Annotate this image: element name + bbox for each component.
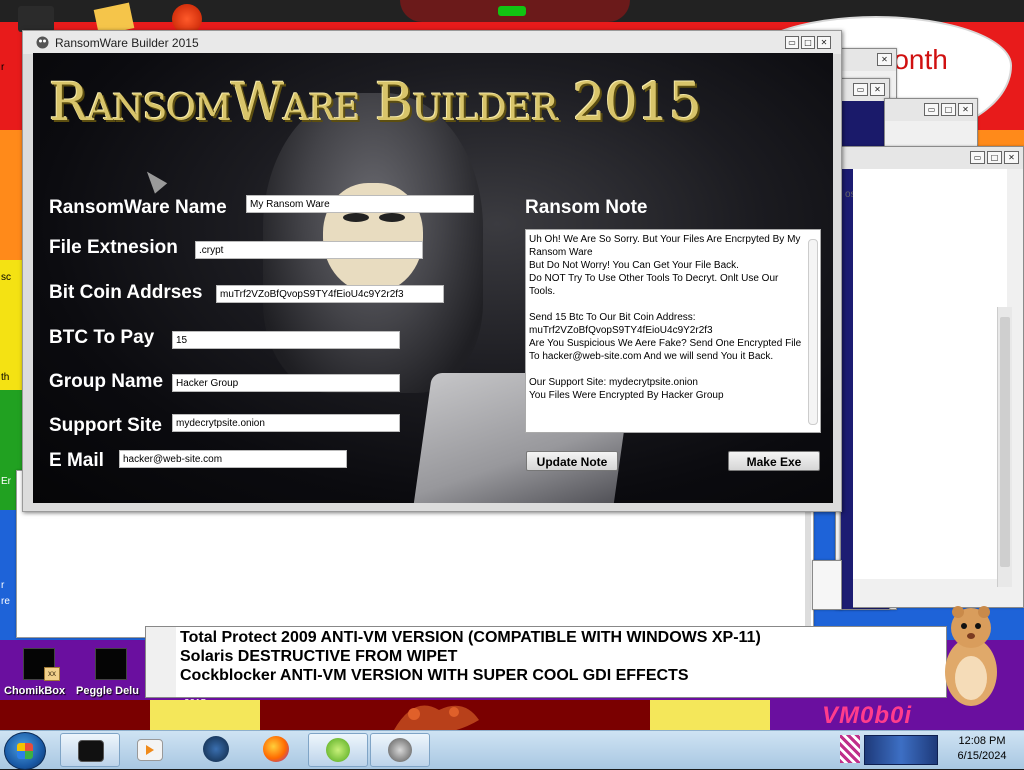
left-edge-label: r [1, 580, 5, 591]
maximize-icon[interactable]: □ [987, 151, 1002, 164]
clock-date: 6/15/2024 [957, 750, 1007, 762]
file-extension-input[interactable]: .crypt [195, 241, 423, 259]
btc-amount-input[interactable]: 15 [172, 331, 400, 349]
window-title: RansomWare Builder 2015 [55, 36, 199, 50]
maximize-icon[interactable]: □ [801, 36, 815, 49]
terminal-icon [78, 740, 104, 762]
support-site-label: Support Site [49, 415, 162, 436]
app-icon-top-1[interactable] [18, 6, 54, 32]
text-line: Cockblocker ANTI-VM VERSION WITH SUPER C… [180, 667, 689, 684]
update-note-button[interactable]: Update Note [526, 451, 618, 471]
firefox-icon [263, 736, 289, 762]
email-label: E Mail [49, 450, 104, 471]
icon-tag: xx [44, 667, 60, 681]
minimize-icon[interactable]: ▭ [785, 36, 799, 49]
desktop-icon-peggle[interactable]: Peggle Delu [76, 648, 146, 697]
app-window-icon [36, 36, 49, 49]
group-name-input[interactable]: Hacker Group [172, 374, 400, 392]
ransomware-name-input[interactable]: My Ransom Ware [246, 195, 474, 213]
background-window-button[interactable] [812, 560, 842, 610]
group-name-label: Group Name [49, 371, 164, 392]
text-line: Total Protect 2009 ANTI-VM VERSION (COMP… [180, 629, 761, 646]
taskbar-item-skull-app[interactable] [370, 733, 430, 767]
email-input[interactable]: hacker@web-site.com [119, 450, 347, 468]
minimize-icon[interactable]: ▭ [924, 103, 939, 116]
hamster-mascot-icon [945, 606, 997, 706]
maximize-icon[interactable]: □ [941, 103, 956, 116]
chomikbox-icon: xx [23, 648, 60, 681]
system-tray[interactable] [840, 733, 940, 765]
ransom-note-label: Ransom Note [525, 197, 648, 218]
desktop-icon-label: Peggle Delu [76, 685, 139, 697]
btc-address-label: Bit Coin Addrses [49, 282, 203, 303]
desktop-icon-chomikbox[interactable]: xx ChomikBox [4, 648, 74, 697]
globe-icon [203, 736, 229, 762]
close-icon[interactable]: ✕ [958, 103, 973, 116]
minimize-icon[interactable]: ▭ [970, 151, 985, 164]
background-window-4[interactable]: ▭ □ ✕ os [840, 146, 1024, 609]
btc-address-input[interactable]: muTrf2VZoBfQvopS9TY4fEioU4c9Y2r2f3 [216, 285, 444, 303]
taskbar-item-firefox[interactable] [246, 733, 304, 765]
left-edge-label: th [1, 372, 10, 383]
desktop-icon-label: ChomikBox [4, 685, 66, 697]
window-title-bar[interactable]: RansomWare Builder 2015 ▭ □ ✕ [23, 31, 841, 54]
left-edge-label: re [1, 596, 10, 607]
watermark-text: VM0b0i [822, 702, 913, 729]
note-scrollbar[interactable] [806, 231, 819, 431]
text-line: Solaris DESTRUCTIVE FROM WIPET [180, 648, 458, 665]
btc-amount-label: BTC To Pay [49, 327, 155, 348]
text-window[interactable]: Total Protect 2009 ANTI-VM VERSION (COMP… [145, 626, 947, 698]
indicator-light [498, 6, 526, 16]
minimize-icon[interactable]: ▭ [853, 83, 868, 96]
start-button[interactable] [4, 732, 46, 770]
skull-app-icon [388, 738, 412, 762]
support-site-input[interactable]: mydecrytpsite.onion [172, 414, 400, 432]
cursor-arrow-icon [140, 166, 168, 194]
close-icon[interactable]: ✕ [870, 83, 885, 96]
close-icon[interactable]: ✕ [1004, 151, 1019, 164]
app-canvas: RansomWare Builder 2015 RansomWare Name … [33, 53, 833, 503]
tray-banner-icon[interactable] [864, 735, 938, 765]
make-exe-button[interactable]: Make Exe [728, 451, 820, 471]
close-icon[interactable]: ✕ [877, 53, 892, 66]
clock-time: 12:08 PM [958, 735, 1006, 747]
banner-title: RansomWare Builder 2015 [49, 73, 702, 133]
spinner-app-icon [326, 738, 350, 762]
ransomware-name-label: RansomWare Name [49, 197, 227, 218]
ransomware-builder-window[interactable]: RansomWare Builder 2015 ▭ □ ✕ RansomWare… [22, 30, 842, 512]
close-icon[interactable]: ✕ [817, 36, 831, 49]
taskbar-item-media[interactable] [120, 733, 178, 765]
taskbar-item-spinner-app[interactable] [308, 733, 368, 767]
ransom-note-textarea[interactable]: Uh Oh! We Are So Sorry. But Your Files A… [525, 229, 821, 433]
windows-logo-icon [17, 743, 33, 759]
left-edge-label: Er [1, 476, 11, 487]
media-player-icon [137, 739, 163, 761]
peggle-icon [95, 648, 127, 680]
taskbar-item-globe[interactable] [186, 733, 244, 765]
left-edge-label: r [1, 62, 5, 73]
file-extension-label: File Extnesion [49, 237, 178, 258]
left-edge-label: sc [1, 272, 11, 283]
scrollbar[interactable] [997, 307, 1012, 587]
system-clock[interactable]: 12:08 PM 6/15/2024 [942, 734, 1022, 764]
tray-app-icon[interactable] [840, 735, 860, 763]
taskbar-item-terminal[interactable] [60, 733, 120, 767]
